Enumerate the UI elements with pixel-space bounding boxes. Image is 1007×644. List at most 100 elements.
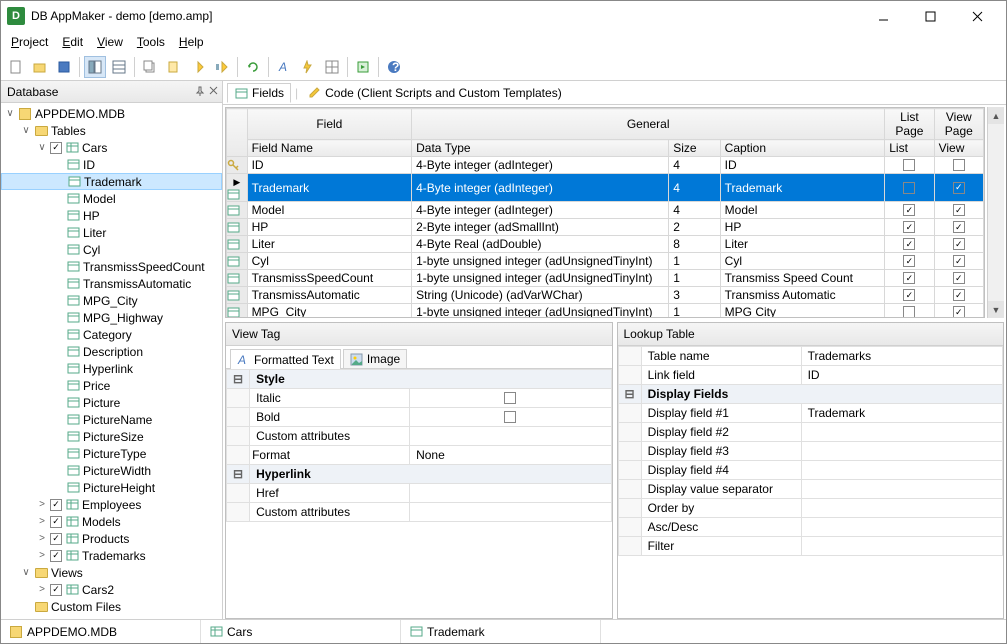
twisty-icon[interactable]: > [37, 516, 47, 527]
orderby-value[interactable] [801, 499, 1002, 518]
cell-caption[interactable]: ID [720, 157, 885, 174]
table-name-value[interactable]: Trademarks [801, 347, 1002, 366]
tree-checkbox[interactable] [50, 516, 62, 528]
grid-row[interactable]: MPG_City1-byte unsigned integer (adUnsig… [227, 304, 984, 318]
cell-type[interactable]: 4-Byte integer (adInteger) [412, 157, 669, 174]
row-header[interactable] [227, 253, 248, 270]
properties-panel-icon[interactable] [108, 56, 130, 78]
menu-help[interactable]: Help [173, 33, 210, 51]
list-checkbox[interactable] [903, 182, 915, 194]
lookup-properties[interactable]: Table nameTrademarks Link fieldID ⊟Displ… [618, 346, 1004, 618]
cell-type[interactable]: 1-byte unsigned integer (adUnsignedTinyI… [412, 304, 669, 318]
twisty-icon[interactable]: ∨ [21, 125, 31, 136]
grid-row[interactable]: TransmissAutomaticString (Unicode) (adVa… [227, 287, 984, 304]
tree-root[interactable]: ∨APPDEMO.MDB [1, 105, 222, 122]
col-list[interactable]: List [885, 140, 934, 157]
tree-field[interactable]: Hyperlink [1, 360, 222, 377]
cell-caption[interactable]: Model [720, 202, 885, 219]
view-checkbox[interactable] [953, 182, 965, 194]
cell-caption[interactable]: Transmiss Speed Count [720, 270, 885, 287]
tab-fields[interactable]: Fields [227, 83, 291, 103]
paste-icon[interactable] [187, 56, 209, 78]
format-value[interactable]: None [410, 446, 611, 465]
grid-row[interactable]: Cyl1-byte unsigned integer (adUnsignedTi… [227, 253, 984, 270]
tree-checkbox[interactable] [50, 584, 62, 596]
tree-views[interactable]: ∨Views [1, 564, 222, 581]
tree-field[interactable]: Cyl [1, 241, 222, 258]
row-header[interactable] [227, 202, 248, 219]
view-checkbox[interactable] [953, 255, 965, 267]
sync-icon[interactable] [242, 56, 264, 78]
cell-name[interactable]: Trademark [247, 174, 412, 202]
cell-size[interactable]: 1 [669, 270, 720, 287]
grid-row[interactable]: TransmissSpeedCount1-byte unsigned integ… [227, 270, 984, 287]
bold-checkbox[interactable] [504, 411, 516, 423]
cell-size[interactable]: 1 [669, 304, 720, 318]
tree-field[interactable]: HP [1, 207, 222, 224]
cell-caption[interactable]: MPG City [720, 304, 885, 318]
tree-field[interactable]: PictureName [1, 411, 222, 428]
row-header[interactable] [227, 219, 248, 236]
twisty-icon[interactable]: > [37, 499, 47, 510]
col-group-viewpage[interactable]: View Page [934, 109, 983, 140]
tree-view[interactable]: >Cars2 [1, 581, 222, 598]
section-hyperlink[interactable]: Hyperlink [250, 465, 611, 484]
cell-size[interactable]: 8 [669, 236, 720, 253]
row-header[interactable] [227, 287, 248, 304]
twisty-icon[interactable]: ∨ [5, 108, 15, 119]
cell-caption[interactable]: Transmiss Automatic [720, 287, 885, 304]
df4-value[interactable] [801, 461, 1002, 480]
cell-name[interactable]: TransmissAutomatic [247, 287, 412, 304]
list-checkbox[interactable] [903, 306, 915, 317]
status-database[interactable]: APPDEMO.MDB [1, 620, 201, 643]
twisty-icon[interactable]: > [37, 584, 47, 595]
view-checkbox[interactable] [953, 238, 965, 250]
new-icon[interactable] [5, 56, 27, 78]
copy-settings-icon[interactable] [163, 56, 185, 78]
grid-row[interactable]: ID4-Byte integer (adInteger)4ID [227, 157, 984, 174]
tree-table[interactable]: >Models [1, 513, 222, 530]
cell-type[interactable]: 4-Byte Real (adDouble) [412, 236, 669, 253]
tree-field[interactable]: ID [1, 156, 222, 173]
grid-icon[interactable] [321, 56, 343, 78]
view-checkbox[interactable] [953, 289, 965, 301]
close-button[interactable] [955, 2, 1000, 30]
twisty-icon[interactable]: ∨ [21, 567, 31, 578]
grid-row[interactable]: Model4-Byte integer (adInteger)4Model [227, 202, 984, 219]
cell-type[interactable]: String (Unicode) (adVarWChar) [412, 287, 669, 304]
view-tag-properties[interactable]: ⊟Style Italic Bold Custom attributes For… [226, 369, 612, 618]
tree-field[interactable]: TransmissAutomatic [1, 275, 222, 292]
italic-checkbox[interactable] [504, 392, 516, 404]
df3-value[interactable] [801, 442, 1002, 461]
tree-custom-files[interactable]: Custom Files [1, 598, 222, 615]
row-header[interactable] [227, 157, 248, 174]
col-caption[interactable]: Caption [720, 140, 885, 157]
cell-size[interactable]: 4 [669, 174, 720, 202]
custom-attr-link-value[interactable] [410, 503, 611, 522]
filter-value[interactable] [801, 537, 1002, 556]
twisty-icon[interactable]: > [37, 533, 47, 544]
dvs-value[interactable] [801, 480, 1002, 499]
tree-field[interactable]: Picture [1, 394, 222, 411]
cell-name[interactable]: ID [247, 157, 412, 174]
cell-caption[interactable]: Cyl [720, 253, 885, 270]
list-checkbox[interactable] [903, 238, 915, 250]
grid-row[interactable]: Liter4-Byte Real (adDouble)8Liter [227, 236, 984, 253]
twisty-icon[interactable]: ∨ [37, 142, 47, 153]
list-checkbox[interactable] [903, 289, 915, 301]
status-table[interactable]: Cars [201, 620, 401, 643]
tree-table[interactable]: >Trademarks [1, 547, 222, 564]
copy-icon[interactable] [139, 56, 161, 78]
view-checkbox[interactable] [953, 306, 965, 317]
row-header[interactable] [227, 270, 248, 287]
col-size[interactable]: Size [669, 140, 720, 157]
tab-image[interactable]: Image [343, 349, 407, 368]
list-checkbox[interactable] [903, 221, 915, 233]
cell-size[interactable]: 4 [669, 157, 720, 174]
tree-field[interactable]: Price [1, 377, 222, 394]
menu-project[interactable]: Project [5, 33, 54, 51]
menu-tools[interactable]: Tools [131, 33, 171, 51]
close-panel-icon[interactable] [209, 86, 218, 97]
tree-field[interactable]: Trademark [1, 173, 222, 190]
tree-table-cars[interactable]: ∨Cars [1, 139, 222, 156]
